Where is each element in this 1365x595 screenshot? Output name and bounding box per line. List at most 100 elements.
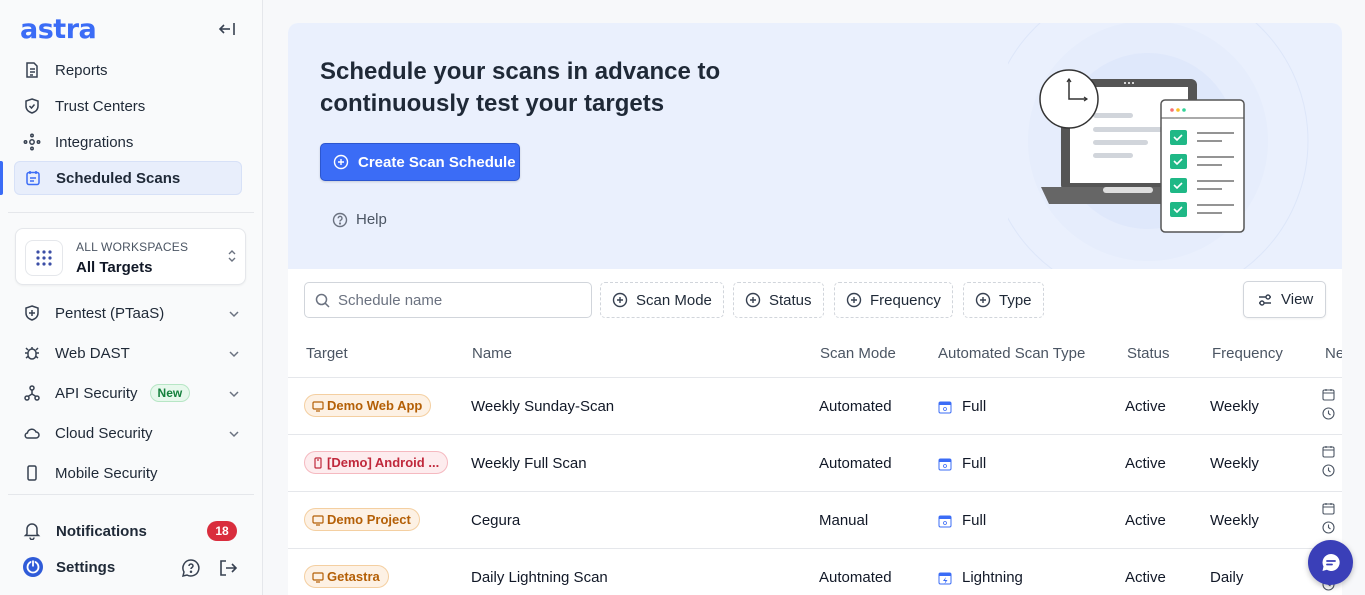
scan-type-label: Lightning [962, 569, 1023, 586]
status-text: Active [1125, 398, 1166, 415]
create-scan-schedule-label: Create Scan Schedule [358, 153, 516, 171]
nav-cloud-security[interactable]: Cloud Security [14, 416, 246, 450]
filter-scan-mode-label: Scan Mode [636, 291, 712, 309]
monitor-icon [312, 571, 324, 583]
monitor-icon [312, 514, 324, 526]
chevron-down-icon [228, 387, 240, 404]
create-scan-schedule-button[interactable]: Create Scan Schedule [320, 143, 520, 181]
filter-status-button[interactable]: Status [733, 282, 824, 318]
calendar-icon [1322, 446, 1335, 458]
search-input[interactable] [338, 291, 578, 309]
chat-bubble-icon [1319, 551, 1343, 575]
scan-type: Lightning [938, 569, 1023, 586]
nav-mobile-security-label: Mobile Security [55, 464, 158, 482]
nav-mobile-security[interactable]: Mobile Security [14, 456, 246, 490]
status-text: Active [1125, 455, 1166, 472]
notification-count-badge: 18 [207, 521, 237, 541]
nav-scheduled-scans[interactable]: Scheduled Scans [14, 161, 242, 195]
nav-reports[interactable]: Reports [14, 53, 242, 87]
target-tag[interactable]: Getastra [304, 565, 389, 588]
sidebar-divider [8, 212, 254, 213]
scan-mode: Automated [819, 398, 892, 415]
view-options-button[interactable]: View [1243, 281, 1326, 318]
shield-check-icon [23, 97, 41, 115]
active-indicator [0, 161, 3, 195]
scan-type-label: Full [962, 512, 987, 529]
help-chat-icon[interactable] [181, 558, 201, 583]
logout-icon[interactable] [218, 558, 238, 583]
frequency-text: Weekly [1210, 512, 1259, 529]
new-badge: New [149, 384, 191, 402]
view-label: View [1281, 291, 1314, 308]
nav-web-dast-label: Web DAST [55, 344, 130, 362]
plus-circle-icon [846, 292, 862, 308]
scan-mode: Automated [819, 569, 892, 586]
workspace-name: All Targets [76, 259, 153, 276]
nav-pentest[interactable]: Pentest (PTaaS) [14, 296, 246, 330]
calendar-scan-icon [938, 400, 952, 414]
workspace-selector[interactable]: ALL WORKSPACES All Targets [15, 228, 246, 285]
target-label: Demo Project [327, 512, 411, 527]
scan-type-label: Full [962, 455, 987, 472]
nav-scheduled-scans-label: Scheduled Scans [56, 169, 181, 187]
support-chat-button[interactable] [1308, 540, 1353, 585]
clock-icon [1322, 407, 1335, 420]
schedule-search-box[interactable] [304, 282, 592, 318]
bug-icon [23, 344, 41, 362]
shield-icon [23, 304, 41, 322]
nav-web-dast[interactable]: Web DAST [14, 336, 246, 370]
filter-frequency-button[interactable]: Frequency [834, 282, 953, 318]
frequency-text: Daily [1210, 569, 1244, 586]
scan-type: Full [938, 512, 986, 529]
nav-trust-centers-label: Trust Centers [55, 97, 146, 115]
mobile-icon [312, 456, 324, 469]
calendar-icon [24, 169, 42, 187]
column-header-automated-scan-type[interactable]: Automated Scan Type [938, 345, 1085, 362]
column-header-frequency[interactable]: Frequency [1212, 345, 1283, 362]
nav-notifications-label: Notifications [56, 522, 147, 540]
question-circle-icon [332, 212, 348, 228]
nav-notifications[interactable]: Notifications [22, 520, 147, 542]
target-tag[interactable]: [Demo] Android ... [304, 451, 449, 474]
hero-banner: Schedule your scans in advance to contin… [288, 23, 1342, 269]
table-row[interactable]: Getastra Daily Lightning Scan Automated … [288, 549, 1342, 595]
bell-icon [22, 520, 44, 542]
workspace-subtitle: ALL WORKSPACES [76, 240, 189, 254]
target-label: [Demo] Android ... [327, 455, 440, 470]
nav-settings[interactable]: Settings [22, 556, 115, 578]
astra-logo[interactable]: astra [20, 14, 97, 45]
column-header-next[interactable]: Ne [1325, 345, 1342, 362]
nav-reports-label: Reports [55, 61, 108, 79]
integrations-icon [23, 133, 41, 151]
table-row[interactable]: Demo Web App Weekly Sunday-Scan Automate… [288, 378, 1342, 435]
schedule-name: Daily Lightning Scan [471, 569, 608, 586]
nav-cloud-security-label: Cloud Security [55, 424, 153, 442]
target-label: Demo Web App [327, 398, 423, 413]
api-icon [23, 384, 41, 402]
help-link[interactable]: Help [332, 211, 387, 228]
filter-type-label: Type [999, 291, 1032, 309]
target-tag[interactable]: Demo Project [304, 508, 420, 531]
filter-type-button[interactable]: Type [963, 282, 1044, 318]
grid-icon [25, 240, 63, 276]
table-row[interactable]: [Demo] Android ... Weekly Full Scan Auto… [288, 435, 1342, 492]
sliders-icon [1257, 292, 1273, 308]
nav-trust-centers[interactable]: Trust Centers [14, 89, 242, 123]
column-header-scan-mode[interactable]: Scan Mode [820, 345, 896, 362]
table-row[interactable]: Demo Project Cegura Manual Full Active W… [288, 492, 1342, 549]
nav-api-security[interactable]: API Security New [14, 376, 246, 410]
next-run-icons [1322, 445, 1335, 477]
column-header-status[interactable]: Status [1127, 345, 1170, 362]
status-text: Active [1125, 569, 1166, 586]
target-tag[interactable]: Demo Web App [304, 394, 432, 417]
monitor-icon [312, 400, 324, 412]
collapse-sidebar-icon[interactable] [218, 20, 238, 40]
chevron-up-down-icon [227, 249, 237, 268]
plus-circle-icon [745, 292, 761, 308]
filter-scan-mode-button[interactable]: Scan Mode [600, 282, 724, 318]
column-header-target[interactable]: Target [306, 345, 348, 362]
calendar-scan-icon [938, 457, 952, 471]
column-header-name[interactable]: Name [472, 345, 512, 362]
frequency-text: Weekly [1210, 398, 1259, 415]
nav-integrations[interactable]: Integrations [14, 125, 242, 159]
